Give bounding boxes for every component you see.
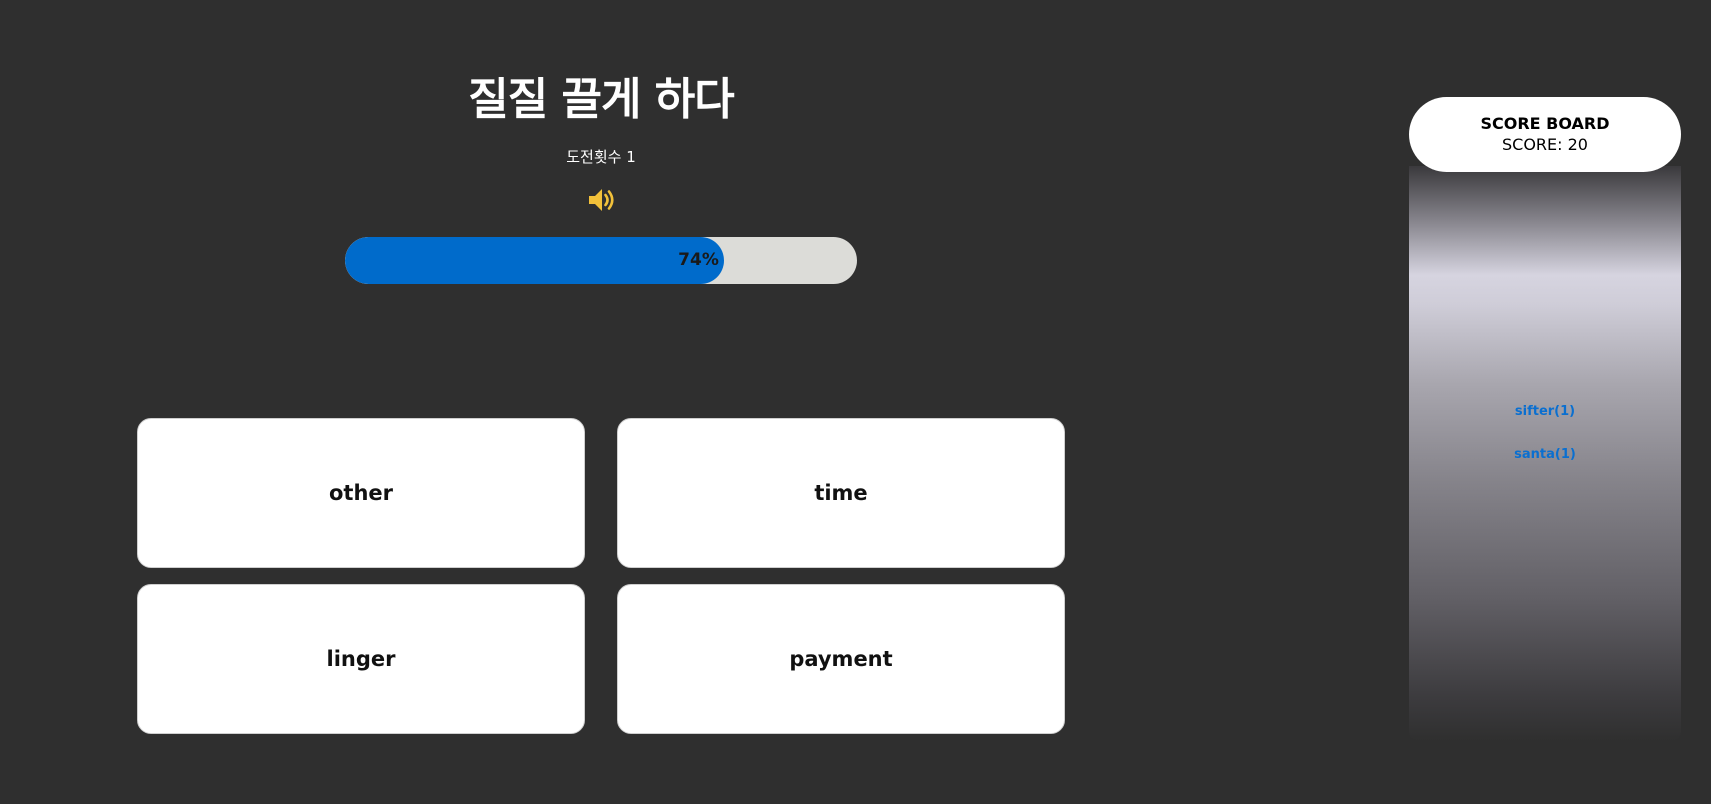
answer-option-2[interactable]: time bbox=[617, 418, 1065, 568]
answer-label: linger bbox=[326, 647, 396, 671]
attempt-count: 도전횟수 1 bbox=[566, 148, 636, 166]
answer-option-3[interactable]: linger bbox=[137, 584, 585, 734]
score-board: SCORE BOARD SCORE: 20 sifter(1) santa(1) bbox=[1409, 97, 1681, 741]
question-area: 질질 끌게 하다 도전횟수 1 bbox=[344, 60, 858, 220]
score-board-title: SCORE BOARD bbox=[1480, 113, 1610, 133]
answer-label: other bbox=[328, 481, 393, 505]
question-word: 질질 끌게 하다 bbox=[468, 74, 735, 125]
answer-label: payment bbox=[789, 647, 893, 671]
timer-progress-bar: 74% bbox=[345, 237, 857, 284]
answer-label: time bbox=[814, 481, 868, 505]
player-list-panel[interactable]: sifter(1) santa(1) bbox=[1409, 166, 1681, 741]
speaker-volume-icon[interactable] bbox=[585, 184, 617, 216]
score-value: SCORE: 20 bbox=[1502, 134, 1588, 154]
answer-option-4[interactable]: payment bbox=[617, 584, 1065, 734]
player-item: sifter(1) bbox=[1514, 404, 1576, 419]
quiz-page: 질질 끌게 하다 도전횟수 1 74% other time linger pa… bbox=[0, 0, 1711, 804]
answer-grid: other time linger payment bbox=[137, 418, 1065, 734]
progress-percent-label: 74% bbox=[678, 250, 719, 270]
score-board-header: SCORE BOARD SCORE: 20 bbox=[1409, 97, 1681, 172]
player-item: santa(1) bbox=[1514, 447, 1576, 462]
player-list: sifter(1) santa(1) bbox=[1409, 402, 1681, 488]
answer-option-1[interactable]: other bbox=[137, 418, 585, 568]
progress-fill: 74% bbox=[345, 237, 724, 284]
